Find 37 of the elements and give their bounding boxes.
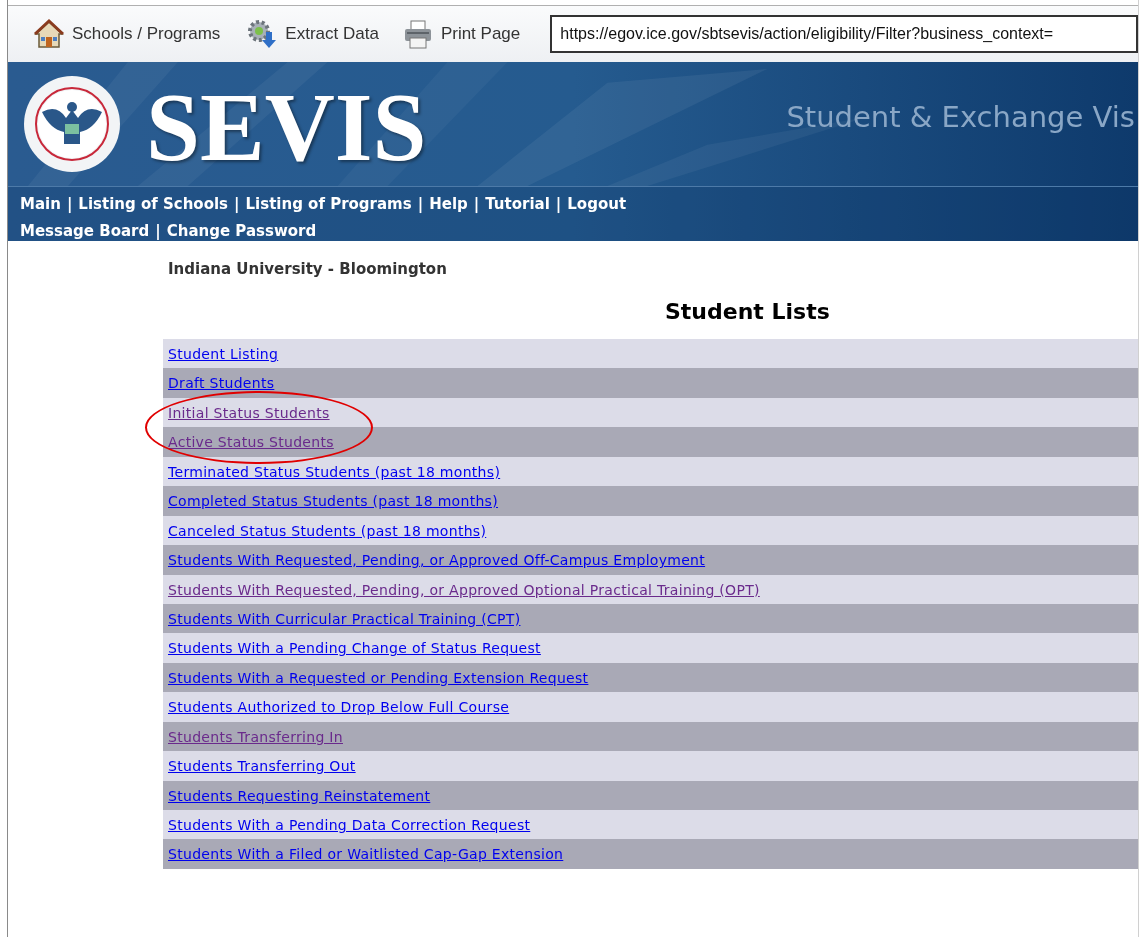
list-link[interactable]: Students With Curricular Practical Training (CPT): [168, 610, 521, 627]
toolbar-button[interactable]: Extract Data: [243, 16, 382, 52]
list-link[interactable]: Canceled Status Students (past 18 months): [168, 522, 487, 539]
list-link[interactable]: Students Transferring Out: [168, 758, 356, 775]
page-heading: Student Lists: [665, 299, 831, 324]
nav-link[interactable]: Main: [20, 195, 61, 213]
list-link[interactable]: Initial Status Students: [168, 404, 330, 421]
nav-link[interactable]: Message Board: [20, 222, 150, 240]
list-link[interactable]: Active Status Students: [168, 434, 334, 451]
nav-separator: |: [555, 195, 562, 213]
list-link[interactable]: Students Requesting Reinstatement: [168, 787, 431, 804]
site-subtitle: Student & Exchange Vis: [786, 100, 1135, 134]
gear-arrow-icon: [246, 18, 279, 50]
nav-separator: |: [66, 195, 73, 213]
nav-separator: |: [417, 195, 424, 213]
nav-link[interactable]: Listing of Programs: [245, 195, 412, 213]
list-link[interactable]: Draft Students: [168, 375, 275, 392]
nav-separator: |: [234, 195, 240, 213]
list-link[interactable]: Terminated Status Students (past 18 months): [168, 463, 501, 480]
nav-separator: |: [155, 222, 161, 240]
house-icon: [33, 18, 65, 50]
nav-link[interactable]: Tutorial: [485, 195, 550, 213]
list-link[interactable]: Student Listing: [168, 346, 279, 362]
nav-link[interactable]: Listing of Schools: [78, 195, 229, 213]
school-name: Indiana University - Bloomington: [168, 260, 448, 278]
address-field[interactable]: https://egov.ice.gov/sbtsevis/action/eligibility/Filter?business_context=: [550, 15, 1138, 53]
list-link[interactable]: Students Authorized to Drop Below Full Course: [168, 699, 510, 716]
list-link[interactable]: Students Transferring In: [168, 728, 343, 745]
nav-link[interactable]: Help: [429, 195, 468, 213]
site-title: SEVIS: [146, 78, 427, 176]
list-link[interactable]: Students With a Pending Data Correction Request: [168, 817, 531, 833]
nav-separator: |: [473, 195, 480, 213]
toolbar-button[interactable]: Schools / Programs: [30, 16, 224, 52]
toolbar-button[interactable]: Print Page: [398, 16, 524, 52]
nav-link[interactable]: Change Password: [166, 222, 317, 240]
list-link[interactable]: Completed Status Students (past 18 months): [168, 493, 498, 510]
nav-link[interactable]: Logout: [567, 195, 627, 213]
